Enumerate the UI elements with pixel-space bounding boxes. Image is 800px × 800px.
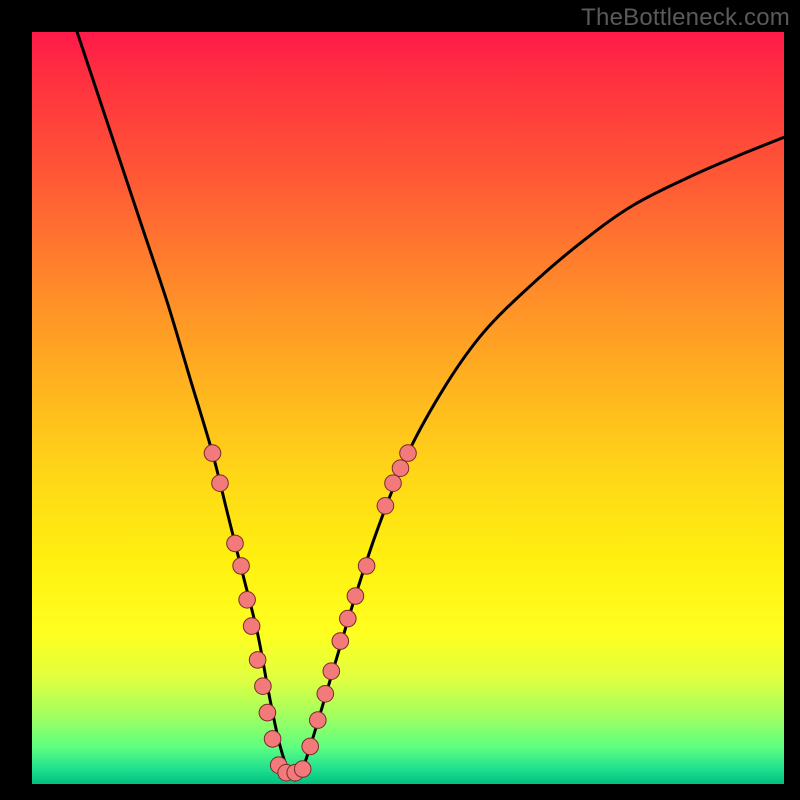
data-marker (358, 558, 375, 575)
data-marker (310, 712, 327, 729)
data-marker (259, 704, 276, 721)
chart-svg (32, 32, 784, 784)
data-marker (385, 475, 402, 492)
chart-frame: TheBottleneck.com (0, 0, 800, 800)
data-marker (204, 445, 221, 462)
data-marker (255, 678, 272, 695)
plot-area (32, 32, 784, 784)
data-marker (323, 663, 340, 680)
data-marker (212, 475, 229, 492)
data-marker (233, 558, 250, 575)
data-marker (347, 588, 364, 605)
data-marker (294, 761, 311, 778)
data-markers (204, 445, 416, 781)
data-marker (239, 592, 256, 609)
data-marker (249, 652, 266, 669)
data-marker (400, 445, 417, 462)
watermark-text: TheBottleneck.com (581, 4, 790, 32)
data-marker (317, 686, 334, 703)
data-marker (377, 498, 394, 515)
data-marker (302, 738, 319, 755)
data-marker (340, 610, 357, 627)
data-marker (227, 535, 244, 552)
bottleneck-curve (77, 32, 784, 780)
data-marker (264, 731, 281, 748)
data-marker (243, 618, 260, 635)
data-marker (392, 460, 409, 477)
data-marker (332, 633, 349, 650)
